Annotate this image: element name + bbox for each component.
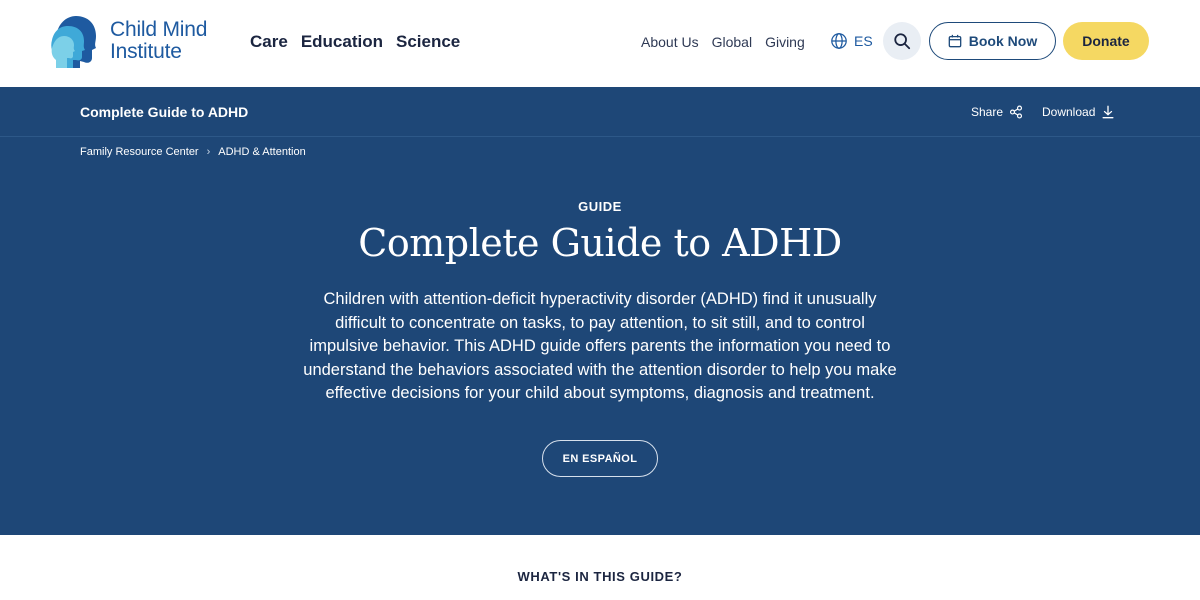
book-now-button[interactable]: Book Now xyxy=(929,22,1056,60)
language-label: ES xyxy=(854,33,873,49)
search-icon xyxy=(894,33,911,50)
site-header: Child Mind Institute Care Education Scie… xyxy=(0,0,1200,87)
nav-education[interactable]: Education xyxy=(301,30,383,54)
download-label: Download xyxy=(1042,105,1096,119)
breadcrumb-adhd-attention[interactable]: ADHD & Attention xyxy=(218,144,305,160)
share-label: Share xyxy=(971,105,1004,119)
nav-giving[interactable]: Giving xyxy=(765,32,805,52)
donate-button[interactable]: Donate xyxy=(1063,22,1149,60)
share-button[interactable]: Share xyxy=(971,103,1023,121)
nav-care[interactable]: Care xyxy=(250,30,288,54)
logo-line-2: Institute xyxy=(110,40,182,63)
language-switcher[interactable]: ES xyxy=(830,31,873,51)
nav-science[interactable]: Science xyxy=(396,30,460,54)
breadcrumb: Family Resource Center › ADHD & Attentio… xyxy=(80,144,306,160)
page-title: Complete Guide to ADHD xyxy=(358,221,842,265)
calendar-icon xyxy=(948,34,962,48)
nav-global[interactable]: Global xyxy=(712,32,752,52)
nav-about-us[interactable]: About Us xyxy=(641,32,699,52)
chevron-right-icon: › xyxy=(206,146,211,158)
download-button[interactable]: Download xyxy=(1042,103,1115,121)
en-espanol-button[interactable]: EN ESPAÑOL xyxy=(542,440,658,477)
main-nav: Care Education Science xyxy=(250,30,460,54)
logo-line-1: Child Mind xyxy=(110,18,208,41)
share-icon xyxy=(1009,105,1023,119)
globe-icon xyxy=(831,33,847,49)
search-button[interactable] xyxy=(883,22,921,60)
subbar-title: Complete Guide to ADHD xyxy=(80,104,249,120)
hero-description: Children with attention-deficit hyperact… xyxy=(303,290,897,402)
hero-section: Complete Guide to ADHD Share Download Fa… xyxy=(0,87,1200,535)
logo-heads-icon xyxy=(51,16,96,68)
utility-nav: About Us Global Giving xyxy=(641,32,805,52)
toc-heading: WHAT'S IN THIS GUIDE? xyxy=(517,569,683,584)
site-logo[interactable]: Child Mind Institute xyxy=(50,14,240,68)
book-now-label: Book Now xyxy=(968,33,1038,49)
hero-eyebrow: GUIDE xyxy=(578,199,622,214)
breadcrumb-family-resource-center[interactable]: Family Resource Center xyxy=(80,144,199,160)
logo-wordmark: Child Mind Institute xyxy=(110,19,207,63)
download-icon xyxy=(1102,105,1114,119)
guide-subbar: Complete Guide to ADHD Share Download xyxy=(0,87,1200,137)
